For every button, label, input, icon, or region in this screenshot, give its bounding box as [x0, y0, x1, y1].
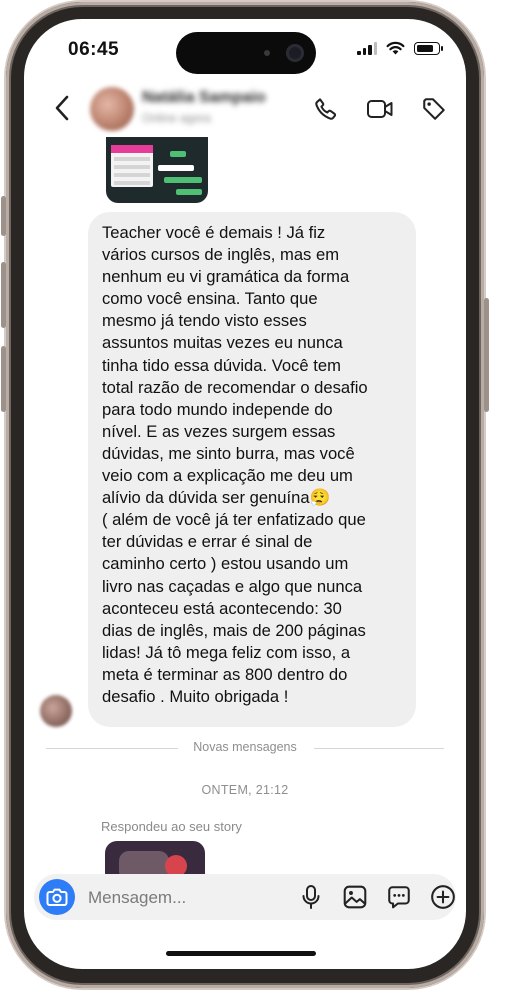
status-time: 06:45	[68, 39, 120, 60]
contact-avatar[interactable]	[90, 87, 134, 131]
camera-icon	[46, 888, 68, 906]
phone-screen: 06:45 Natália Sampaio Online agora Teach…	[24, 19, 466, 969]
gallery-button[interactable]	[340, 882, 370, 912]
contact-status: Online agora	[142, 111, 211, 125]
wifi-icon	[386, 41, 405, 55]
back-arrow-icon	[55, 95, 69, 121]
sticker-chat-icon	[388, 886, 410, 909]
power-button	[484, 298, 489, 412]
new-messages-divider: Novas mensagens	[46, 739, 444, 757]
story-reply-thumbnail[interactable]	[106, 137, 208, 203]
voice-message-button[interactable]	[296, 882, 326, 912]
home-indicator[interactable]	[166, 951, 316, 956]
contact-name[interactable]: Natália Sampaio	[142, 89, 266, 107]
more-options-button[interactable]	[428, 882, 458, 912]
chat-header: Natália Sampaio Online agora	[24, 81, 466, 137]
volume-up-button	[1, 262, 6, 328]
status-icons	[357, 41, 443, 55]
video-call-button[interactable]	[364, 93, 396, 125]
gallery-icon	[343, 885, 367, 909]
message-text: Teacher você é demais ! Já fiz vários cu…	[102, 223, 368, 706]
tag-icon	[423, 98, 445, 120]
microphone-icon	[302, 885, 320, 909]
label-button[interactable]	[418, 93, 450, 125]
voice-call-button[interactable]	[310, 93, 342, 125]
message-bubble[interactable]: Teacher você é demais ! Já fiz vários cu…	[88, 212, 416, 727]
video-camera-icon	[367, 100, 393, 118]
battery-icon	[414, 41, 443, 55]
new-messages-label: Novas mensagens	[193, 740, 297, 754]
camera-button[interactable]	[39, 879, 75, 915]
phone-icon	[315, 98, 337, 120]
dynamic-island	[176, 32, 316, 74]
message-timestamp: ONTEM, 21:12	[201, 783, 289, 797]
message-input[interactable]	[86, 880, 290, 916]
back-button[interactable]	[50, 91, 74, 125]
message-composer	[34, 874, 456, 920]
plus-circle-icon	[431, 885, 455, 909]
sender-avatar[interactable]	[40, 695, 72, 727]
story-reply-label: Respondeu ao seu story	[101, 819, 242, 834]
sticker-button[interactable]	[384, 882, 414, 912]
action-button	[1, 196, 6, 236]
volume-down-button	[1, 346, 6, 412]
cellular-signal-icon	[357, 41, 377, 55]
